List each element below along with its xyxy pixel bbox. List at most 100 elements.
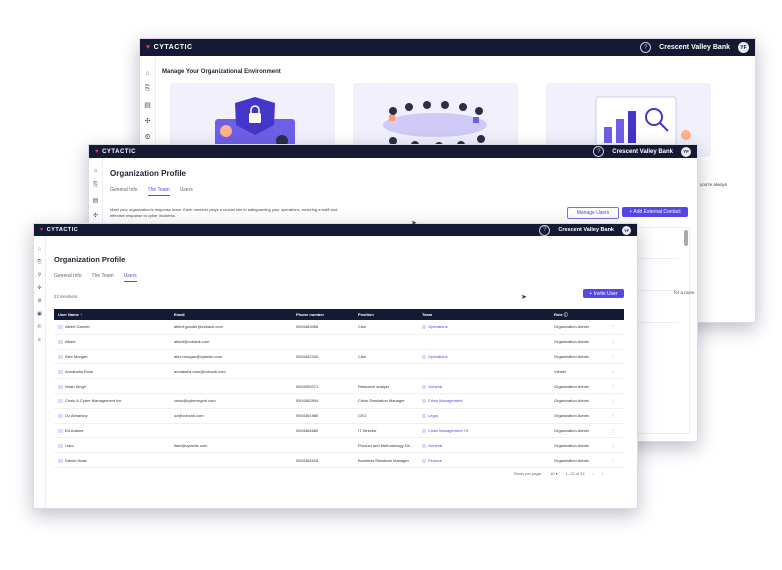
tab-the-team[interactable]: The Team (92, 273, 114, 282)
row-menu-icon[interactable]: ⋮ (602, 423, 624, 439)
table-row[interactable]: Albert Gander albert.gander@cvbank.com 050… (54, 320, 624, 335)
col-position[interactable]: Position (354, 309, 418, 320)
team-cell[interactable]: Finance (418, 452, 550, 468)
col-role[interactable]: Role ⓘ (550, 309, 602, 320)
help-icon[interactable]: ? (593, 146, 605, 157)
team-chip[interactable]: Crisis Management (422, 398, 462, 403)
clipboard-icon[interactable]: ▣ (37, 311, 42, 317)
menu-icon[interactable]: ≡ (38, 337, 41, 343)
team-cell[interactable]: Crisis Management (418, 393, 550, 409)
row-menu-icon[interactable]: ⋮ (602, 334, 624, 350)
col-user-name[interactable]: User Name ↑ (54, 309, 170, 320)
settings-icon[interactable]: ⚙ (144, 133, 150, 141)
puzzle-icon[interactable]: ✣ (145, 117, 151, 125)
col-team[interactable]: Team (418, 309, 550, 320)
puzzle-icon[interactable]: ✣ (37, 285, 41, 291)
home-icon[interactable]: ⌂ (94, 168, 98, 174)
col-phone[interactable]: Phone number (292, 309, 354, 320)
email-cell: alex.morgan@cytactic.com (170, 349, 292, 365)
user-name-cell[interactable]: Liam (54, 437, 170, 454)
org-name[interactable]: Crescent Valley Bank (612, 149, 673, 155)
avatar[interactable]: YF (681, 146, 691, 157)
team-cell[interactable]: Operations (418, 349, 550, 365)
phone-icon[interactable]: ✆ (37, 324, 41, 330)
manage-users-button[interactable]: Manage Users (567, 207, 619, 219)
table-row[interactable]: Albert albert@cvbank.com Organization Admi… (54, 334, 624, 350)
scrollbar[interactable] (684, 230, 688, 246)
settings-icon[interactable]: ⚙ (37, 298, 41, 304)
table-row[interactable]: Annabella Rose annabella.rose@cvbank.com V… (54, 363, 624, 380)
team-chip[interactable]: Legal (422, 413, 438, 418)
table-row[interactable]: Alex Morgan alex.morgan@cytactic.com 05044… (54, 349, 624, 365)
profile-icon[interactable]: ⎘ (93, 182, 98, 189)
brand-logo[interactable]: ♥ CYTACTIC (95, 149, 136, 155)
team-chip[interactable]: Operations (422, 354, 448, 359)
document-icon[interactable]: ▤ (144, 101, 151, 109)
home-icon[interactable]: ⌂ (145, 70, 149, 77)
help-icon[interactable]: ? (539, 224, 551, 236)
profile-icon[interactable]: ⎘ (37, 259, 41, 265)
team-extra-badge[interactable]: +2 (464, 428, 469, 433)
user-name-cell[interactable]: Albert Gander (54, 320, 170, 335)
user-name-cell[interactable]: Albert (54, 334, 170, 350)
table-row[interactable]: Liam liam@cytactic.com Product and Methodo… (54, 437, 624, 454)
row-menu-icon[interactable]: ⋮ (602, 452, 624, 468)
search-icon[interactable]: ⚲ (38, 272, 42, 278)
user-name-cell[interactable]: Ed Adams (54, 423, 170, 439)
brand-logo[interactable]: ♥ CYTACTIC (40, 227, 78, 233)
rows-per-page-select[interactable]: 10 ▾ (550, 471, 558, 476)
col-email[interactable]: Email (170, 309, 292, 320)
table-row[interactable]: Noah Singh 0504350071 Research analyst Gene… (54, 378, 624, 394)
team-chip[interactable]: General (422, 384, 442, 389)
rows-per-page-label: Rows per page: (514, 471, 543, 476)
user-name-cell[interactable]: Alex Morgan (54, 349, 170, 365)
row-menu-icon[interactable]: ⋮ (602, 378, 624, 394)
row-menu-icon[interactable]: ⋮ (602, 437, 624, 454)
row-menu-icon[interactable]: ⋮ (602, 408, 624, 424)
team-chip[interactable]: General (422, 443, 442, 448)
team-chip[interactable]: Crisis Management (422, 428, 462, 433)
team-chip[interactable]: Finance (422, 458, 442, 463)
next-page-icon[interactable]: › (602, 471, 603, 476)
org-name[interactable]: Crescent Valley Bank (659, 44, 730, 51)
user-name-cell[interactable]: Annabella Rose (54, 363, 170, 380)
table-row[interactable]: Crisis & Cyber Management Inc crisis@cybe… (54, 393, 624, 409)
tab-general-info[interactable]: General Info (54, 273, 82, 282)
row-menu-icon[interactable]: ⋮ (602, 349, 624, 365)
row-menu-icon[interactable]: ⋮ (602, 320, 624, 335)
help-icon[interactable]: ? (640, 42, 652, 53)
user-name-cell[interactable]: Oz Almarkov (54, 408, 170, 424)
table-row[interactable]: Oz Almarkov oz@cvbank.com 0504361980 CEO Leg… (54, 408, 624, 424)
team-cell[interactable] (418, 334, 550, 350)
row-menu-icon[interactable]: ⋮ (602, 363, 624, 380)
tab-general-info[interactable]: General Info (110, 187, 138, 196)
team-cell[interactable]: Legal (418, 408, 550, 424)
document-icon[interactable]: ▤ (93, 197, 99, 204)
home-icon[interactable]: ⌂ (38, 246, 41, 252)
table-row[interactable]: Daniel Haas 0504364518 Business Relations … (54, 452, 624, 468)
team-cell[interactable]: General (418, 437, 550, 454)
user-name-cell[interactable]: Noah Singh (54, 378, 170, 394)
avatar[interactable]: YF (738, 42, 749, 53)
org-name[interactable]: Crescent Valley Bank (558, 227, 614, 233)
team-cell[interactable] (418, 363, 550, 380)
add-external-contact-button[interactable]: + Add External Contact (622, 207, 688, 217)
puzzle-icon[interactable]: ✣ (93, 212, 98, 219)
row-menu-icon[interactable]: ⋮ (602, 393, 624, 409)
invite-user-button[interactable]: + Invite User (583, 289, 624, 298)
team-cell[interactable]: Operations (418, 320, 550, 335)
tab-the-team[interactable]: The Team (147, 187, 170, 196)
brand-logo[interactable]: ♥ CYTACTIC (146, 44, 193, 51)
user-name-cell[interactable]: Crisis & Cyber Management Inc (54, 393, 170, 409)
team-cell[interactable]: General (418, 378, 550, 394)
prev-page-icon[interactable]: ‹ (593, 471, 594, 476)
team-chip[interactable]: Operations (422, 324, 448, 329)
user-name-cell[interactable]: Daniel Haas (54, 452, 170, 468)
profile-icon[interactable]: ⎘ (145, 85, 151, 93)
tab-users[interactable]: Users (180, 187, 193, 196)
position-cell (354, 334, 418, 350)
avatar[interactable]: YF (622, 225, 631, 235)
team-cell[interactable]: Crisis Management +2 (418, 423, 550, 439)
table-row[interactable]: Ed Adams 0504364680 IT Director Crisis Mana… (54, 423, 624, 439)
tab-users[interactable]: Users (123, 273, 137, 282)
